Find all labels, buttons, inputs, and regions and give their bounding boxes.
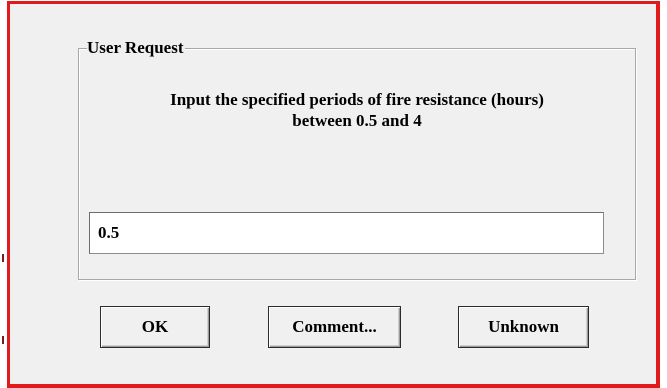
user-request-dialog: User Request Input the specified periods…	[7, 1, 660, 388]
edge-artifact-mark	[2, 254, 4, 262]
fire-resistance-input[interactable]	[89, 212, 604, 254]
prompt-line-2: between 0.5 and 4	[292, 111, 422, 130]
ok-button[interactable]: OK	[100, 306, 210, 348]
user-request-groupbox: User Request Input the specified periods…	[78, 39, 636, 280]
comment-button[interactable]: Comment...	[268, 306, 401, 348]
edge-artifact-mark	[2, 336, 4, 344]
unknown-button[interactable]: Unknown	[458, 306, 589, 348]
prompt-text: Input the specified periods of fire resi…	[79, 89, 635, 131]
prompt-line-1: Input the specified periods of fire resi…	[170, 90, 544, 109]
groupbox-title: User Request	[87, 38, 186, 57]
